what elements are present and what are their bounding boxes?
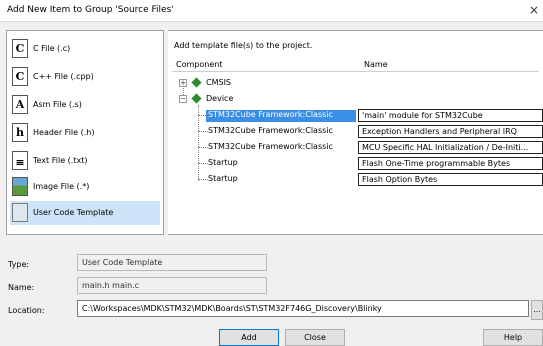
tree-group-label: CMSIS (206, 78, 232, 87)
type-field: User Code Template (77, 254, 267, 271)
browse-button[interactable]: ... (531, 300, 543, 320)
header-file-icon: h (12, 123, 28, 142)
component-gem-icon (191, 77, 202, 88)
file-type-label: Image File (.*) (33, 182, 90, 191)
template-row[interactable]: STM32Cube Framework:Classic Exception Ha… (168, 125, 543, 138)
tree-group-cmsis[interactable]: + CMSIS (168, 77, 543, 90)
template-row[interactable]: STM32Cube Framework:Classic 'main' modul… (168, 109, 543, 122)
name-field[interactable]: main.h main.c (77, 277, 267, 294)
header-divider (172, 71, 539, 72)
file-type-user-code-template[interactable]: User Code Template (10, 201, 160, 225)
file-type-header[interactable]: h Header File (.h) (10, 121, 160, 145)
template-name: 'main' module for STM32Cube (358, 109, 543, 122)
user-code-template-icon (12, 203, 28, 222)
template-name: Flash One-Time programmable Bytes (358, 157, 543, 170)
location-label: Location: (8, 306, 45, 315)
help-button[interactable]: Help (483, 329, 543, 346)
file-type-label: C File (.c) (33, 44, 71, 53)
file-type-cpp[interactable]: C C++ File (.cpp) (10, 65, 160, 89)
template-component: Startup (208, 174, 238, 183)
column-header-component[interactable]: Component (176, 60, 222, 69)
template-component: STM32Cube Framework:Classic (208, 110, 333, 119)
tree-group-device[interactable]: − Device (168, 93, 543, 106)
template-name: Exception Handlers and Peripheral IRQ (358, 125, 543, 138)
image-file-icon (12, 177, 28, 196)
file-type-c[interactable]: C C File (.c) (10, 37, 160, 61)
add-button[interactable]: Add (219, 329, 279, 346)
cpp-file-icon: C (12, 67, 28, 86)
collapse-icon[interactable]: − (179, 95, 187, 103)
file-type-label: Header File (.h) (33, 128, 95, 137)
file-type-text[interactable]: ≡ Text File (.txt) (10, 149, 160, 173)
template-name: MCU Specific HAL Initialization / De-Ini… (358, 141, 543, 154)
file-type-label: C++ File (.cpp) (33, 72, 94, 81)
close-icon[interactable]: × (529, 3, 539, 17)
component-gem-icon (191, 93, 202, 104)
c-file-icon: C (12, 39, 28, 58)
expand-icon[interactable]: + (179, 79, 187, 87)
close-button[interactable]: Close (285, 329, 345, 346)
type-label: Type: (8, 260, 30, 269)
tree-group-label: Device (206, 94, 234, 103)
title-bar: Add New Item to Group 'Source Files' × (0, 0, 543, 22)
template-name: Flash Option Bytes (358, 173, 543, 186)
column-header-name[interactable]: Name (364, 60, 388, 69)
location-field[interactable]: C:\Workspaces\MDK\STM32\MDK\Boards\ST\ST… (77, 300, 529, 317)
template-row[interactable]: STM32Cube Framework:Classic MCU Specific… (168, 141, 543, 154)
template-component: Startup (208, 158, 238, 167)
template-row[interactable]: Startup Flash Option Bytes (168, 173, 543, 186)
name-label: Name: (8, 283, 35, 292)
template-component: STM32Cube Framework:Classic (208, 142, 333, 151)
file-type-label: Text File (.txt) (33, 156, 88, 165)
template-hint: Add template file(s) to the project. (174, 41, 313, 50)
text-file-icon: ≡ (12, 151, 28, 170)
template-panel: Add template file(s) to the project. Com… (168, 30, 543, 235)
file-type-label: Asm File (.s) (33, 100, 82, 109)
file-type-asm[interactable]: A Asm File (.s) (10, 93, 160, 117)
file-type-image[interactable]: Image File (.*) (10, 175, 160, 199)
asm-file-icon: A (12, 95, 28, 114)
file-type-label: User Code Template (33, 208, 114, 217)
file-type-list: C C File (.c) C C++ File (.cpp) A Asm Fi… (6, 30, 164, 235)
window-title: Add New Item to Group 'Source Files' (7, 5, 174, 15)
template-component: STM32Cube Framework:Classic (208, 126, 333, 135)
template-row[interactable]: Startup Flash One-Time programmable Byte… (168, 157, 543, 170)
